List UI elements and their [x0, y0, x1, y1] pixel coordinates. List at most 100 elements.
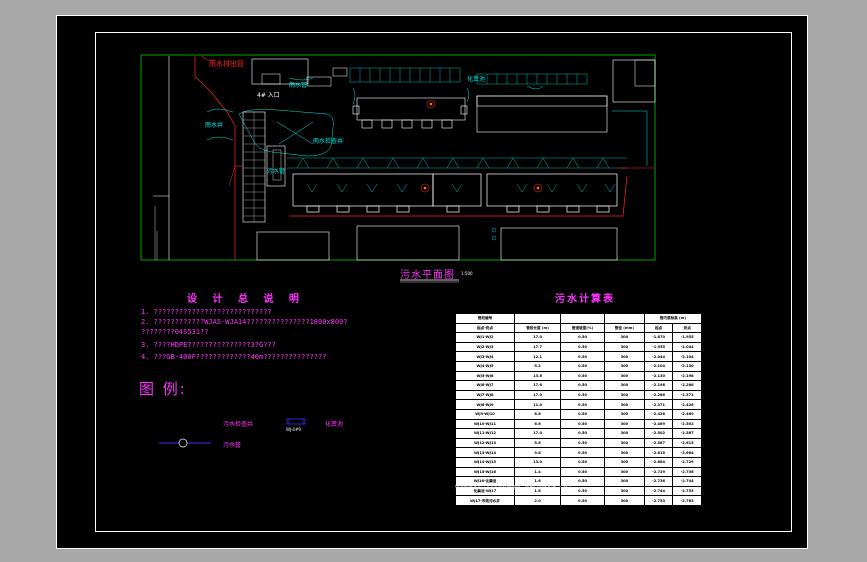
table-header-cell: 管段长度 (m) — [513, 322, 562, 334]
plan-label: 雨水排出管 — [209, 60, 244, 68]
table-cell: -1.955 — [672, 332, 702, 343]
table-cell: 0.50 — [560, 351, 605, 362]
table-cell: 13.0 — [513, 456, 562, 468]
table-cell: -2.615 — [672, 437, 702, 449]
table-header-cell: 起点-终点 — [455, 322, 515, 334]
table-cell: -2.104 — [672, 351, 702, 362]
plan-scale: 1:500 — [461, 271, 473, 276]
building-upper-right — [476, 95, 608, 133]
table-cell: WJ9-WJ10 — [455, 408, 515, 420]
table-cell: -2.469 — [643, 418, 674, 430]
table-cell: 8.6 — [513, 408, 562, 420]
table-cell: 300 — [603, 389, 645, 401]
table-cell: 13.6 — [513, 370, 562, 382]
table-cell: 300 — [603, 341, 645, 353]
table-cell: -2.615 — [643, 447, 674, 458]
table-cell: 0.50 — [560, 418, 605, 430]
table-cell: 300 — [603, 466, 645, 478]
table-cell: 0.50 — [560, 437, 605, 449]
table-cell: -1.870 — [643, 332, 674, 343]
table-cell: 12.1 — [513, 351, 562, 362]
table-row: WJ13-WJ14 9.8 0.50 300 -2.615 -2.664 — [455, 447, 702, 458]
table-cell: WJ10-WJ11 — [455, 418, 515, 430]
calc-table: 管段编号 管内底标高 (m) 起点-终点 管段长度 (m) 管道坡度(%) 管径… — [455, 313, 703, 506]
table-cell: 300 — [603, 437, 645, 449]
table-cell: 0.50 — [560, 389, 605, 401]
table-cell: 300 — [603, 447, 645, 458]
table-cell: 300 — [603, 418, 645, 430]
plan-border — [140, 54, 656, 261]
table-header-row: 管段编号 管内底标高 (m) — [455, 313, 703, 324]
table-cell: WJ13-WJ14 — [455, 447, 515, 458]
table-cell: -2.130 — [643, 370, 674, 382]
table-cell: -2.104 — [643, 360, 674, 372]
table-cell: 11.0 — [513, 399, 562, 410]
plan-label: 化粪池 — [467, 76, 486, 83]
table-header-cell: 终点 — [672, 322, 702, 334]
table-cell: 17.0 — [513, 332, 562, 343]
table-cell: 5.2 — [513, 360, 562, 372]
building-main — [292, 173, 618, 213]
table-cell: -2.502 — [643, 428, 674, 439]
table-cell: -2.729 — [643, 466, 674, 478]
table-cell: -2.502 — [672, 418, 702, 430]
table-cell: 300 — [603, 485, 645, 497]
table-row: WJ1-WJ2 17.0 0.50 300 -1.870 -1.955 — [455, 332, 702, 343]
table-cell: -2.736 — [643, 476, 674, 487]
table-cell: -2.198 — [672, 370, 702, 382]
table-row: WJ15-WJ16 1.4 0.50 300 -2.729 -2.736 — [455, 466, 702, 478]
table-cell: 300 — [603, 428, 645, 439]
canopy-row — [287, 157, 627, 169]
table-cell: WJ11-WJ12 — [455, 428, 515, 439]
table-cell: -2.130 — [672, 360, 702, 372]
table-cell: 17.7 — [513, 341, 562, 353]
bottom-buildings — [256, 225, 618, 261]
table-cell: 0.50 — [560, 399, 605, 410]
legend-label: 污水管 — [223, 442, 242, 449]
table-header-row: 起点-终点 管段长度 (m) 管道坡度(%) 管径 (mm) 起点 终点 — [455, 322, 702, 334]
table-cell: 0.50 — [560, 495, 605, 506]
table-cell: -2.729 — [672, 456, 702, 468]
table-cell: 300 — [603, 399, 645, 410]
table-cell: -2.198 — [643, 380, 674, 391]
design-note-line: 1. ???????????????????????????? — [141, 308, 272, 316]
table-header-cell — [603, 313, 645, 324]
table-row: WJ9-WJ10 8.6 0.50 300 -2.426 -2.469 — [455, 408, 702, 420]
design-notes-title: 设 计 总 说 明 — [187, 294, 305, 305]
table-cell: 0.50 — [560, 408, 605, 420]
sewer-pipe — [289, 175, 628, 217]
table-cell: 0.50 — [560, 466, 605, 478]
table-cell: 300 — [603, 370, 645, 382]
design-note-line: ????????04S531?? — [141, 328, 209, 336]
plan-label: 污水管 — [267, 168, 286, 175]
table-cell: 0.50 — [560, 341, 605, 353]
table-cell: 17.0 — [513, 428, 562, 439]
table-cell: -2.744 — [672, 476, 702, 487]
table-cell: -2.664 — [672, 447, 702, 458]
table-cell: 300 — [603, 495, 645, 506]
table-row: WJ12-WJ13 5.6 0.50 300 -2.587 -2.615 — [455, 437, 702, 449]
table-cell: 300 — [603, 351, 645, 362]
table-cell: -2.664 — [643, 456, 674, 468]
table-cell: 300 — [603, 456, 645, 468]
drawing-sheet: 雨水排出管 4# 入口 雨水井 雨水检查井 雨水管 污水管 化粪池 污水平面图 … — [56, 15, 808, 549]
table-cell: 0.50 — [560, 428, 605, 439]
table-header-cell: 起点 — [643, 322, 674, 334]
table-cell: WJ3-WJ4 — [455, 351, 515, 362]
table-cell: -2.763 — [672, 495, 702, 506]
table-cell: WJ14-WJ15 — [455, 456, 515, 468]
table-cell: -2.587 — [643, 437, 674, 449]
table-cell: 300 — [603, 380, 645, 391]
table-cell: WJ2-WJ3 — [455, 341, 515, 353]
table-cell: 1.4 — [513, 466, 562, 478]
design-note-line: 4. ???GB-400F?????????????40m???????????… — [141, 353, 327, 361]
table-cell: WJ12-WJ13 — [455, 437, 515, 449]
table-row: WJ3-WJ4 12.1 0.50 300 -2.044 -2.104 — [455, 351, 702, 362]
building-upper-mid — [352, 97, 468, 129]
table-cell: -2.753 — [643, 495, 674, 506]
legend-label: 化粪池 — [325, 421, 344, 428]
table-cell: -2.736 — [672, 466, 702, 478]
table-cell: WJ6-WJ7 — [455, 380, 515, 391]
table-row: WJ11-WJ12 17.0 0.50 300 -2.502 -2.587 — [455, 428, 702, 439]
table-cell: 9.8 — [513, 447, 562, 458]
